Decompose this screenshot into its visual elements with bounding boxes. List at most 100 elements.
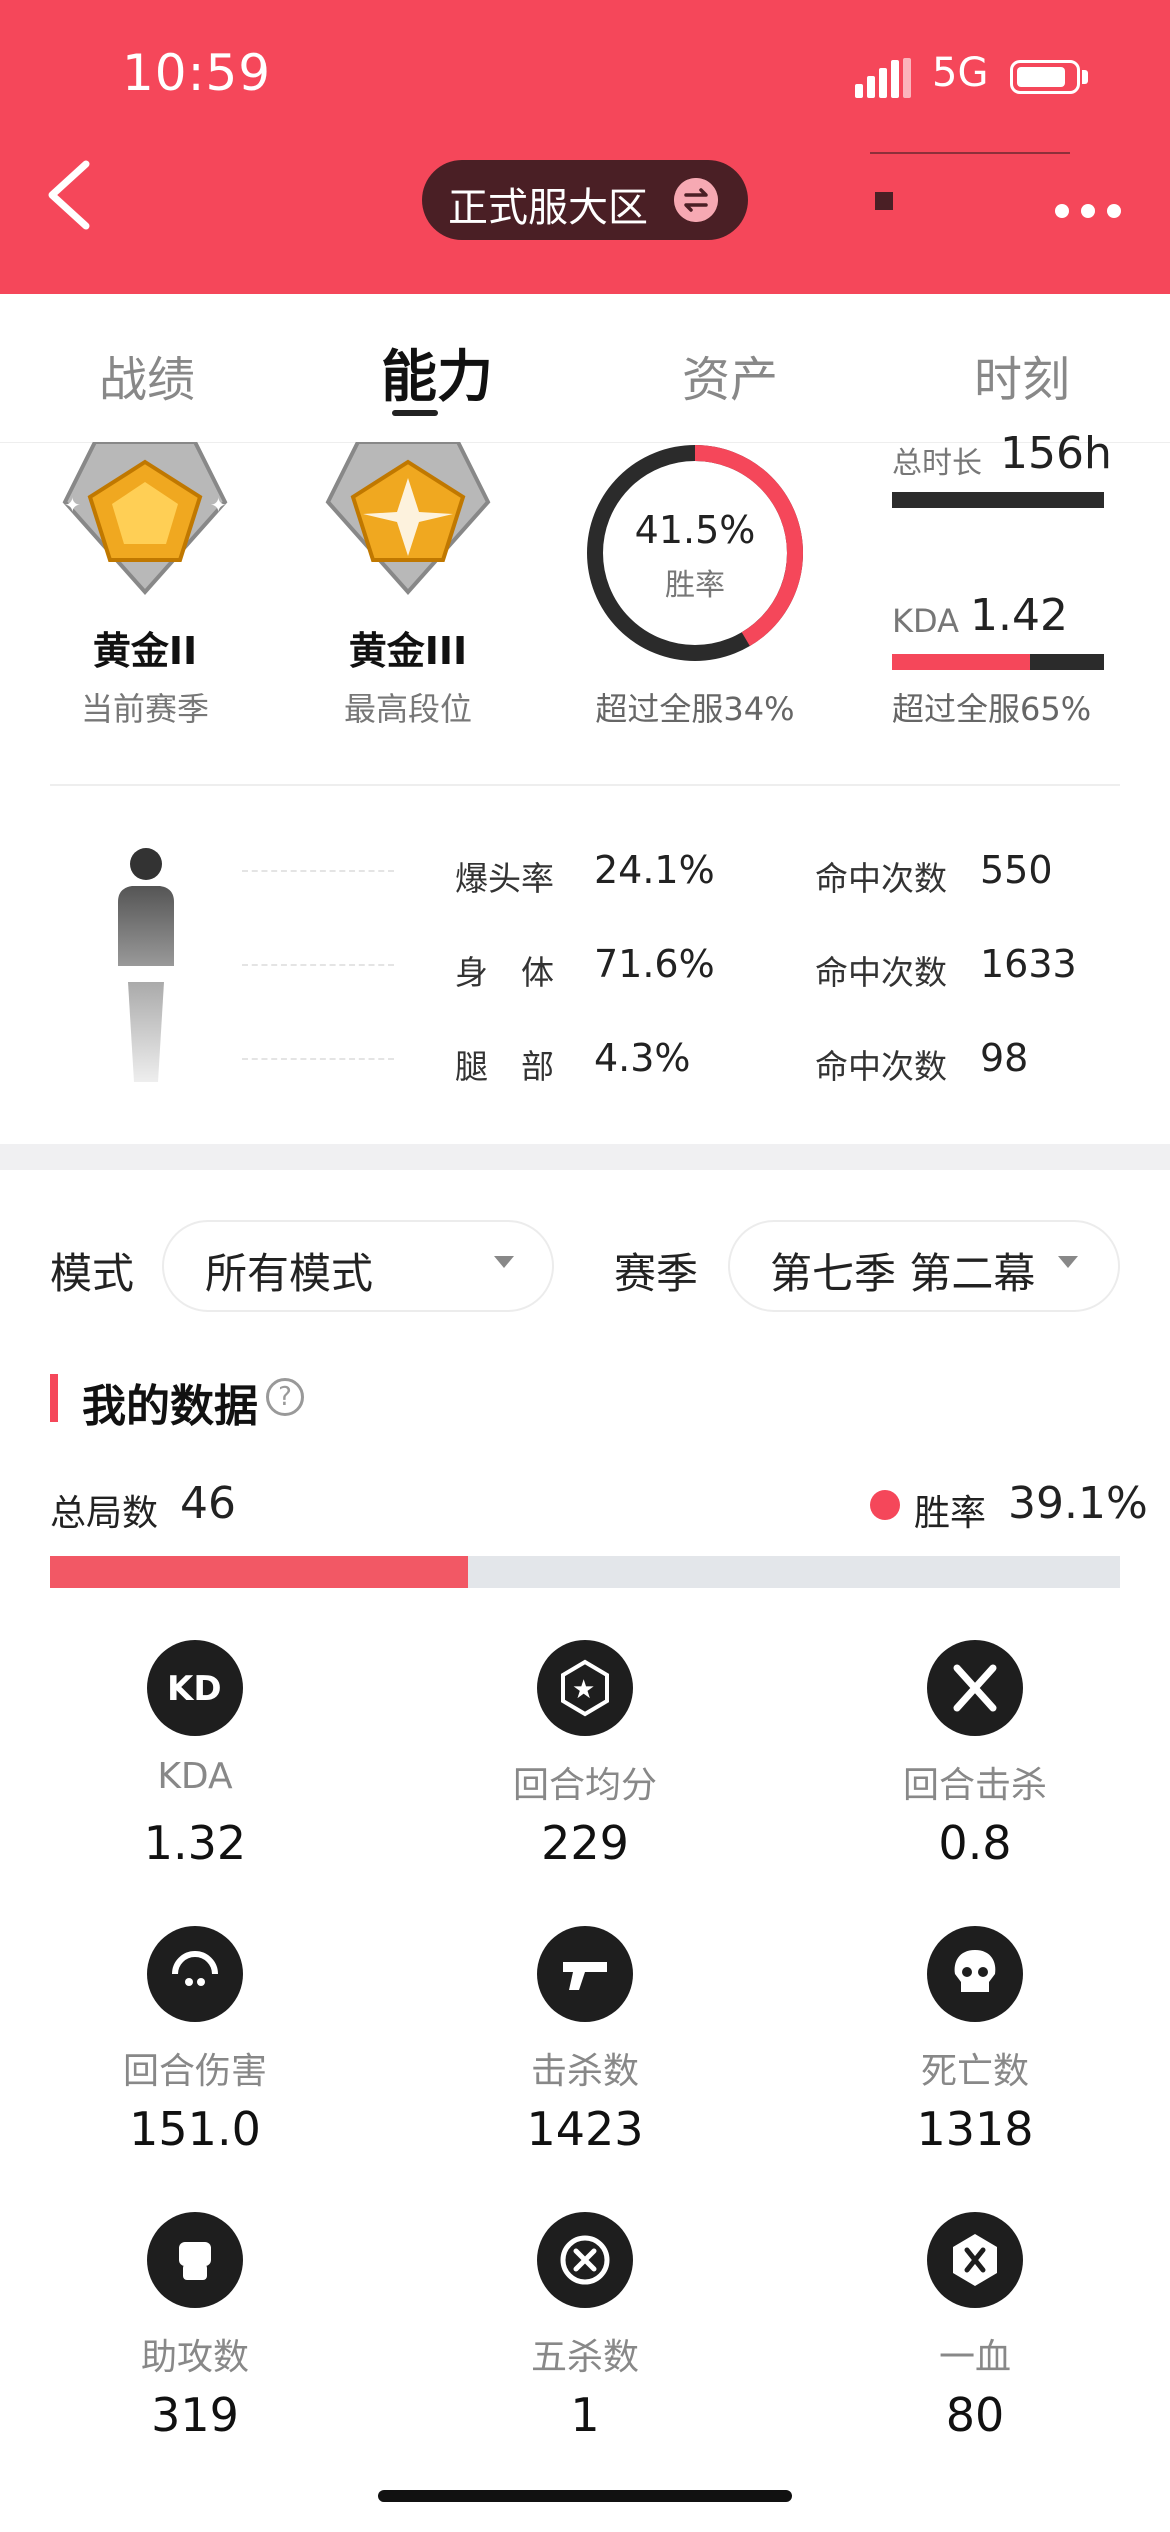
pistol-icon xyxy=(537,1926,633,2022)
stat-first-blood: 一血 80 xyxy=(825,2212,1125,2472)
stat-label: KDA xyxy=(157,1756,233,1797)
current-rank-name: 黄金II xyxy=(92,629,198,673)
target-icon xyxy=(537,2212,633,2308)
best-rank-name: 黄金III xyxy=(348,629,468,673)
help-icon[interactable]: ? xyxy=(266,1378,304,1416)
server-label: 正式服大区 xyxy=(448,185,648,231)
stat-label: 回合伤害 xyxy=(122,2051,267,2092)
kda-percentile: 超过全服65% xyxy=(892,690,1092,728)
svg-text:✦: ✦ xyxy=(210,493,227,517)
total-games-value: 46 xyxy=(180,1478,236,1529)
stat-round-kills: 回合击杀 0.8 xyxy=(825,1640,1125,1900)
gold-rank-badge-icon: ✦ ✦ xyxy=(62,442,228,596)
headshot-label: 爆头率 xyxy=(455,859,554,898)
mode-label: 模式 xyxy=(50,1249,135,1298)
kda-bar-fill xyxy=(892,654,1030,670)
winrate-value: 41.5% xyxy=(634,508,756,552)
back-chevron-icon[interactable] xyxy=(40,150,100,240)
kda-bar xyxy=(892,654,1104,670)
stat-value: 319 xyxy=(151,2388,239,2442)
stat-deaths: 死亡数 1318 xyxy=(825,1926,1125,2186)
leg-count-label: 命中次数 xyxy=(815,1047,947,1086)
winrate-bar xyxy=(50,1556,1120,1588)
kda-label: KDA xyxy=(892,602,959,640)
dashed-guide xyxy=(242,1058,394,1060)
duration-value: 156h xyxy=(1000,428,1112,479)
swap-icon xyxy=(674,178,718,222)
kda-value: 1.42 xyxy=(970,590,1068,641)
kd-icon: KD xyxy=(147,1640,243,1736)
leg-rate: 4.3% xyxy=(594,1036,691,1080)
stat-value: 1318 xyxy=(916,2102,1034,2156)
stat-value: 80 xyxy=(945,2388,1005,2442)
winrate-legend-value: 39.1% xyxy=(1008,1478,1148,1529)
winrate-percentile: 超过全服34% xyxy=(595,690,795,728)
section-separator xyxy=(0,1144,1170,1170)
stat-value: 229 xyxy=(541,1816,629,1870)
tab-moments[interactable]: 时刻 xyxy=(922,340,1122,410)
home-indicator xyxy=(378,2490,792,2502)
claw-icon xyxy=(147,1926,243,2022)
blood-icon xyxy=(927,2212,1023,2308)
network-type: 5G xyxy=(932,50,989,96)
signal-icon xyxy=(855,58,911,98)
stat-pentakills: 五杀数 1 xyxy=(435,2212,735,2472)
stat-round-damage: 回合伤害 151.0 xyxy=(45,1926,345,2186)
duration-label: 总时长 xyxy=(892,446,982,481)
current-rank-caption: 当前赛季 xyxy=(80,690,209,728)
total-games-label: 总局数 xyxy=(50,1493,159,1534)
stat-value: 1.32 xyxy=(143,1816,247,1870)
stat-label: 五杀数 xyxy=(530,2337,639,2378)
stat-label: 回合击杀 xyxy=(902,1765,1047,1806)
tab-assets[interactable]: 资产 xyxy=(630,340,830,410)
svg-text:KD: KD xyxy=(167,1669,222,1709)
divider xyxy=(50,784,1120,786)
dashed-guide xyxy=(242,964,394,966)
gold-rank-badge-icon xyxy=(325,442,491,596)
section-accent-bar xyxy=(50,1374,58,1422)
svg-text:★: ★ xyxy=(572,1675,595,1705)
leg-count: 98 xyxy=(980,1036,1029,1080)
crossed-blades-icon xyxy=(927,1640,1023,1736)
winrate-legend-dot xyxy=(870,1490,900,1520)
body-figure-icon xyxy=(118,848,174,1082)
stat-label: 击杀数 xyxy=(530,2051,639,2092)
winrate-legend-label: 胜率 xyxy=(914,1493,987,1534)
fist-icon xyxy=(147,2212,243,2308)
stat-value: 0.8 xyxy=(938,1816,1012,1870)
best-rank-caption: 最高段位 xyxy=(343,690,472,728)
winrate-label: 胜率 xyxy=(665,568,725,603)
header-decoration-square xyxy=(875,192,893,210)
more-options-button[interactable] xyxy=(1055,200,1121,224)
stat-value: 1423 xyxy=(526,2102,644,2156)
body-label: 身 体 xyxy=(455,953,554,992)
status-time: 10:59 xyxy=(122,44,272,102)
tab-record[interactable]: 战绩 xyxy=(47,340,247,410)
headshot-count-label: 命中次数 xyxy=(815,859,947,898)
section-title: 我的数据 xyxy=(82,1381,258,1432)
svg-text:✦: ✦ xyxy=(64,493,81,517)
headshot-rate: 24.1% xyxy=(594,848,715,892)
body-count: 1633 xyxy=(980,942,1077,986)
header-decoration xyxy=(870,152,1070,154)
chevron-down-icon xyxy=(494,1256,514,1268)
dashed-guide xyxy=(242,870,394,872)
body-count-label: 命中次数 xyxy=(815,953,947,992)
duration-bar xyxy=(892,492,1104,508)
winrate-bar-fill xyxy=(50,1556,469,1588)
battery-icon xyxy=(1010,60,1080,94)
tab-active-indicator xyxy=(392,410,438,416)
stat-label: 死亡数 xyxy=(920,2051,1029,2092)
chevron-down-icon xyxy=(1058,1256,1078,1268)
mode-dropdown-value: 所有模式 xyxy=(205,1249,374,1298)
stat-value: 1 xyxy=(570,2388,600,2442)
stat-kills: 击杀数 1423 xyxy=(435,1926,735,2186)
stat-value: 151.0 xyxy=(129,2102,261,2156)
skull-icon xyxy=(927,1926,1023,2022)
season-dropdown-value: 第七季 第二幕 xyxy=(770,1249,1036,1298)
leg-label: 腿 部 xyxy=(455,1047,554,1086)
star-badge-icon: ★ xyxy=(537,1640,633,1736)
stat-label: 回合均分 xyxy=(512,1765,657,1806)
battery-tip xyxy=(1082,70,1088,84)
tab-ability[interactable]: 能力 xyxy=(337,332,537,413)
